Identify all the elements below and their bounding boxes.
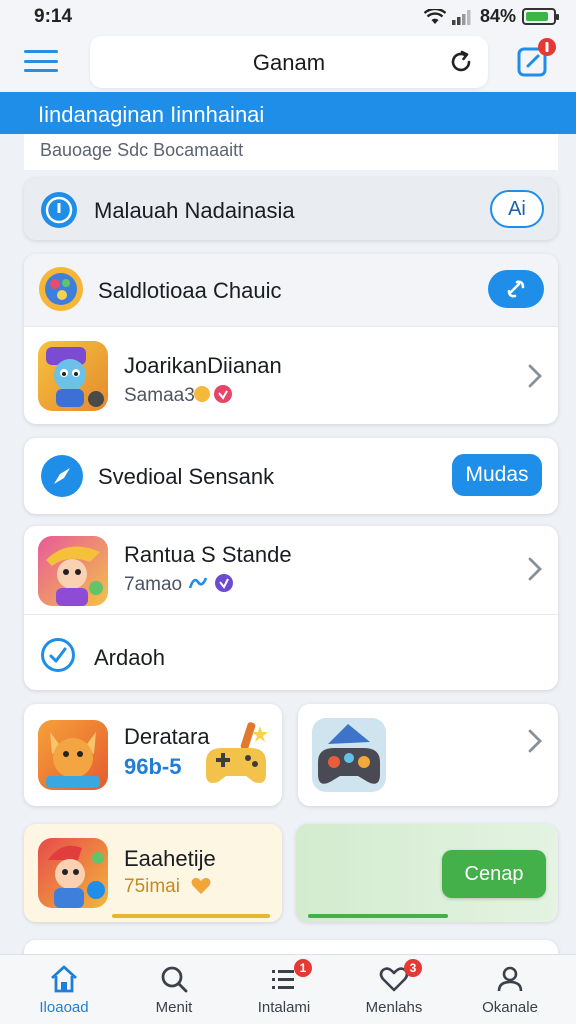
app2-subtitle: 7amao [124, 574, 183, 595]
saldlotioaa-label: Saldlotioaa Chauic [98, 278, 282, 303]
menu-button[interactable] [22, 46, 60, 76]
home-icon [51, 965, 77, 993]
character-icon [46, 347, 104, 407]
game-app-icon [38, 536, 108, 606]
profile-icon [497, 966, 523, 992]
nav-item-home[interactable]: Iloaoad [14, 955, 114, 1024]
game-app-icon [312, 718, 386, 792]
ai-button[interactable]: Ai [490, 190, 544, 228]
tile-eaahetije-title: Eaahetije [124, 846, 216, 871]
title-search-box[interactable]: Ganam [90, 36, 488, 88]
cenap-button[interactable]: Cenap [442, 850, 546, 898]
menu-icon-line [24, 50, 58, 53]
nav-label: Intalami [257, 999, 311, 1016]
page-title: Ganam [252, 50, 326, 75]
chevron-right-icon [528, 557, 542, 581]
status-time: 9:14 [34, 6, 73, 27]
list-item[interactable]: Rantua S Stande 7amao [24, 526, 558, 614]
link-icon [507, 280, 525, 298]
banner-subtitle: Bauoage Sdc Bocamaaitt [40, 140, 244, 160]
nav-label: Menlahs [365, 999, 423, 1016]
status-bar: 9:14 84% [0, 0, 576, 34]
rating-badges-icon [188, 574, 233, 592]
bottom-navigation: Iloaoad Menit 1 Intalami 3 Menlahs Okana… [0, 954, 576, 1024]
character-icon [46, 546, 103, 606]
check-circle-icon [41, 638, 75, 672]
gamepad-icon [206, 722, 268, 783]
list-item[interactable]: JoarikanDiianan Samaa3 [24, 327, 558, 424]
nav-label: Menit [155, 999, 193, 1016]
game-app-icon [38, 341, 108, 411]
status-indicators: 84% [423, 6, 559, 27]
notifications-button[interactable] [516, 38, 556, 78]
app1-subtitle: Samaa3 [124, 385, 195, 406]
progress-bar [112, 914, 270, 918]
fox-character-icon [46, 732, 100, 788]
tile-wizard-game[interactable] [298, 704, 558, 806]
game-bundle-icon [39, 267, 83, 311]
featured-card: Saldlotioaa Chauic JoarikanDiianan Samaa… [24, 254, 558, 424]
link-button[interactable] [488, 270, 544, 308]
mudas-button[interactable]: Mudas [452, 454, 542, 496]
nav-label: Iloaoad [39, 999, 89, 1016]
ardaoh-label: Ardaoh [94, 645, 165, 670]
nav-label: Okanale [482, 999, 538, 1016]
featured-header[interactable]: Saldlotioaa Chauic [24, 254, 558, 326]
malauah-label: Malauah Nadainasia [94, 198, 295, 223]
menu-icon-line [24, 59, 58, 63]
info-icon [41, 192, 77, 228]
tile-deratara[interactable]: Deratara 96b-5 [24, 704, 282, 806]
tile-deratara-value: 96b-5 [124, 754, 182, 779]
compass-icon [41, 455, 83, 497]
signal-icon [451, 9, 471, 25]
malauah-card[interactable]: Malauah Nadainasia Ai [24, 178, 558, 240]
character-icon [48, 845, 105, 908]
banner-subtitle-card: Bauoage Sdc Bocamaaitt [24, 134, 558, 170]
search-icon [161, 966, 188, 993]
notification-badge [538, 38, 556, 56]
wifi-icon [423, 8, 446, 24]
section-banner: Iindanaginan Iinnhainai [0, 92, 576, 134]
nav-item-list[interactable]: 1 Intalami [234, 955, 334, 1024]
nav-badge: 1 [294, 959, 312, 977]
banner-title: Iindanaginan Iinnhainai [38, 102, 265, 127]
tile-deratara-title: Deratara [124, 724, 210, 749]
app2-card: Rantua S Stande 7amao Ardaoh [24, 526, 558, 690]
tile-eaahetije-subtitle: 75imai [124, 876, 180, 897]
nav-item-search[interactable]: Menit [124, 955, 224, 1024]
heart-icon [191, 877, 211, 894]
refresh-icon[interactable] [448, 49, 474, 75]
chevron-right-icon [528, 729, 542, 753]
game-app-icon [38, 838, 108, 908]
tile-cenap[interactable]: Cenap [296, 824, 558, 922]
progress-bar [308, 914, 448, 918]
nav-badge: 3 [404, 959, 422, 977]
battery-icon [522, 8, 559, 25]
tile-eaahetije[interactable]: Eaahetije 75imai [24, 824, 282, 922]
game-app-icon [38, 720, 108, 790]
menu-icon-line [24, 69, 58, 72]
nav-item-profile[interactable]: Okanale [460, 955, 560, 1024]
svedioal-label: Svedioal Sensank [98, 464, 275, 489]
rating-badges-icon [194, 385, 232, 403]
nav-item-favorites[interactable]: 3 Menlahs [344, 955, 444, 1024]
chevron-right-icon [528, 364, 542, 388]
app1-title: JoarikanDiianan [124, 353, 282, 378]
badge-dot-icon [545, 42, 549, 52]
battery-percent: 84% [479, 6, 516, 26]
app2-title: Rantua S Stande [124, 542, 292, 567]
app-header: Ganam [0, 34, 576, 90]
svedioal-card[interactable]: Svedioal Sensank Mudas [24, 438, 558, 514]
ardaoh-row[interactable]: Ardaoh [24, 615, 558, 690]
